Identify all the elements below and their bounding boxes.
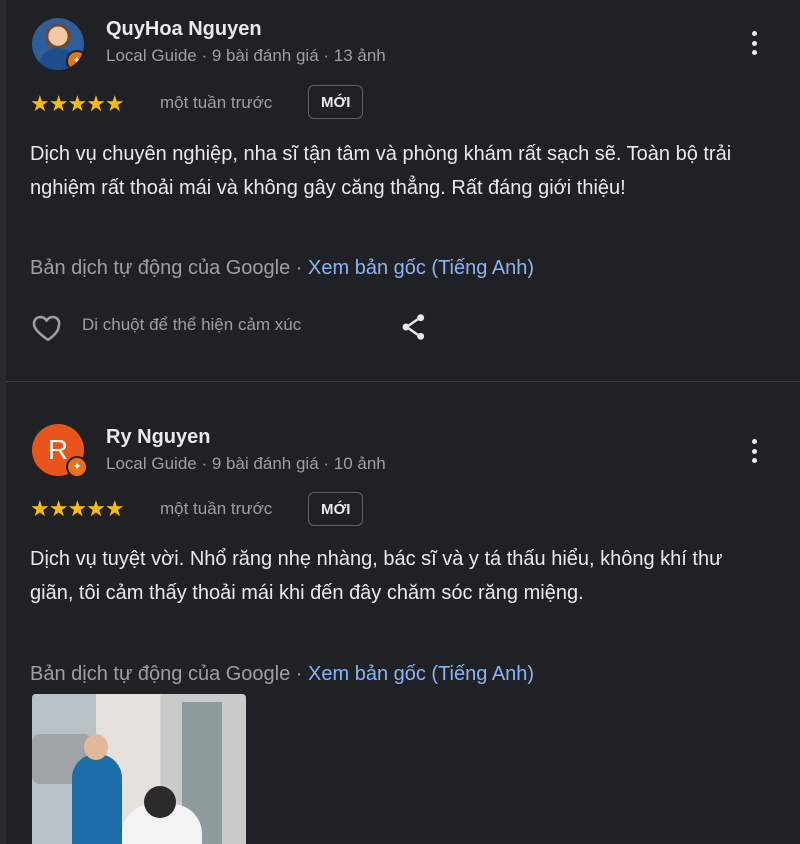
review-text: Dịch vụ tuyệt vời. Nhổ răng nhẹ nhàng, b… — [30, 548, 723, 604]
review-photo[interactable] — [32, 694, 246, 844]
translation-note: Bản dịch tự động của Google · Xem bản gố… — [30, 663, 534, 686]
reviewer-meta[interactable]: Local Guide · 9 bài đánh giá · 10 ảnh — [106, 454, 386, 474]
react-hint: Di chuột để thể hiện cảm xúc — [82, 315, 302, 334]
avatar[interactable]: R ✦ — [32, 424, 88, 478]
heart-icon[interactable] — [30, 310, 66, 344]
new-badge: MỚI — [308, 492, 364, 526]
reviewer-meta[interactable]: Local Guide · 9 bài đánh giá · 13 ảnh — [106, 46, 386, 66]
view-original-link[interactable]: Xem bản gốc (Tiếng Anh) — [308, 257, 534, 279]
share-icon[interactable] — [398, 310, 430, 344]
avatar-letter: R — [47, 434, 69, 465]
review-text: Dịch vụ chuyên nghiệp, nha sĩ tận tâm và… — [30, 143, 732, 199]
more-options-icon[interactable] — [742, 28, 766, 58]
local-guide-badge-icon: ✦ — [66, 456, 88, 478]
new-badge: MỚI — [308, 85, 364, 119]
star-rating: ★★★★★ — [30, 496, 125, 521]
reviewer-name[interactable]: QuyHoa Nguyen — [106, 18, 262, 41]
avatar[interactable]: ✦ — [32, 18, 84, 70]
more-options-icon[interactable] — [742, 436, 766, 466]
translation-prefix: Bản dịch tự động của Google · — [30, 663, 309, 685]
view-original-link[interactable]: Xem bản gốc (Tiếng Anh) — [308, 663, 534, 685]
reviewer-name[interactable]: Ry Nguyen — [106, 426, 210, 449]
divider — [6, 381, 800, 382]
review-time: một tuần trước — [160, 499, 273, 518]
review-card: ✦ QuyHoa Nguyen Local Guide · 9 bài đánh… — [0, 0, 800, 382]
star-rating: ★★★★★ — [30, 91, 125, 116]
translation-note: Bản dịch tự động của Google · Xem bản gố… — [30, 257, 534, 280]
local-guide-badge-icon: ✦ — [66, 50, 84, 70]
review-card: R ✦ Ry Nguyen Local Guide · 9 bài đánh g… — [0, 384, 800, 844]
review-time: một tuần trước — [160, 93, 273, 112]
translation-prefix: Bản dịch tự động của Google · — [30, 257, 309, 279]
